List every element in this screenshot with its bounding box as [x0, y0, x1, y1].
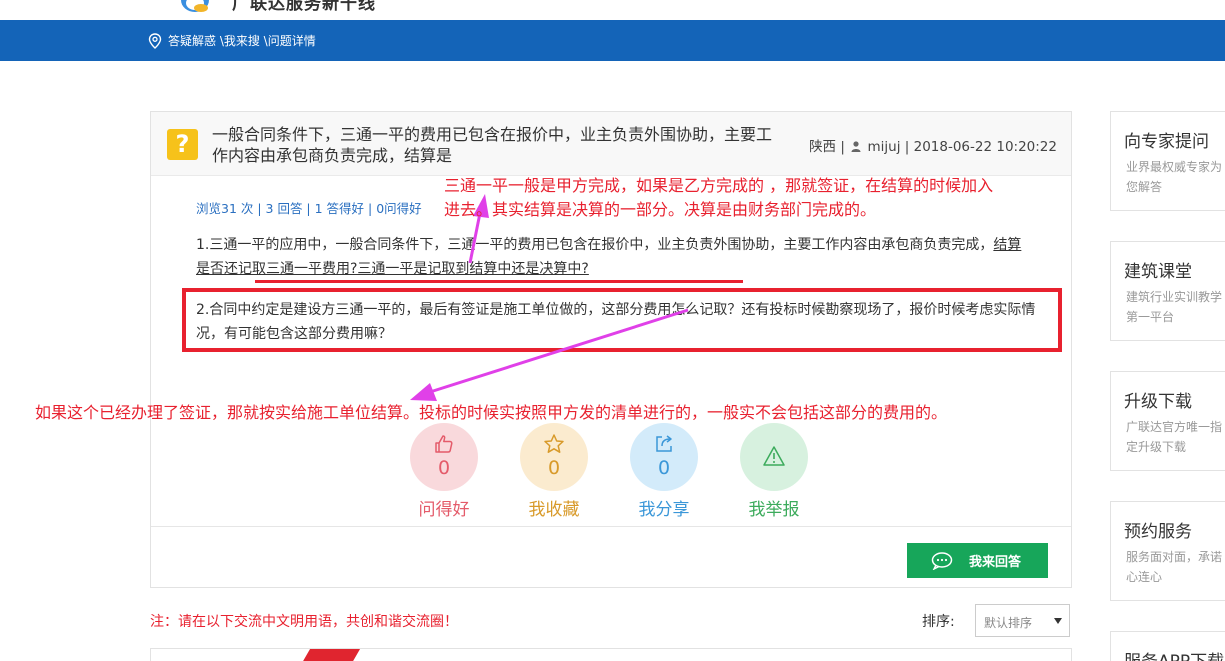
report-label[interactable]: 我举报 [739, 495, 809, 520]
sidebar-item-title[interactable]: 预约服务 [1124, 517, 1192, 542]
card-divider [151, 526, 1071, 527]
sidebar-item-desc: 建筑行业实训教学第一平台 [1126, 290, 1223, 324]
user-icon [851, 141, 861, 152]
breadcrumb: 答疑解惑 \我来搜 \问题详情 [148, 32, 316, 49]
question-stats: 浏览31 次 | 3 回答 | 1 答得好 | 0问得好 [196, 201, 422, 216]
favorite-button[interactable]: 0 我收藏 [519, 423, 589, 520]
logo-strip: 广联达服务新干线 [0, 0, 1225, 20]
sort-selected-value: 默认排序 [984, 616, 1033, 630]
chat-bubble-icon [931, 551, 953, 570]
question-header: ? 一般合同条件下，三通一平的费用已包含在报价中，业主负责外围协助，主要工作内容… [151, 112, 1071, 176]
sidebar-item-title[interactable]: 服务APP下载 [1124, 647, 1224, 661]
share-button[interactable]: 0 我分享 [629, 423, 699, 520]
question-meta: 陕西 | mijuj | 2018-06-22 10:20:22 [809, 135, 1057, 155]
question-user[interactable]: mijuj [868, 139, 901, 155]
good-circle[interactable]: 0 [410, 423, 478, 491]
sidebar-item-title[interactable]: 建筑课堂 [1124, 257, 1192, 282]
sidebar-item-desc: 服务面对面，承诺心连心 [1126, 550, 1223, 584]
sidebar-item-download[interactable]: 升级下载 广联达官方唯一指定升级下载 [1110, 371, 1225, 471]
report-button[interactable]: 我举报 [739, 423, 809, 520]
favorite-label[interactable]: 我收藏 [519, 495, 589, 520]
good-count: 0 [437, 457, 451, 479]
best-answer-ribbon [301, 649, 361, 661]
red-highlight-box: 2.合同中约定是建设方三通一平的，最后有签证是施工单位做的，这部分费用怎么记取？… [182, 288, 1062, 352]
question-paragraph-2: 2.合同中约定是建设方三通一平的，最后有签证是施工单位做的，这部分费用怎么记取？… [196, 302, 1036, 342]
sidebar-item-classroom[interactable]: 建筑课堂 建筑行业实训教学第一平台 [1110, 241, 1225, 341]
answer-list-card [150, 648, 1072, 661]
answer-button-label[interactable]: 我来回答 [969, 551, 1021, 570]
sidebar-item-title[interactable]: 升级下载 [1124, 387, 1192, 412]
sidebar-item-desc: 广联达官方唯一指定升级下载 [1126, 420, 1223, 454]
share-label[interactable]: 我分享 [629, 495, 699, 520]
sort-select[interactable]: 默认排序 [975, 604, 1070, 637]
question-mark-icon: ? [167, 129, 198, 160]
nav-bar: 答疑解惑 \我来搜 \问题详情 [0, 20, 1225, 61]
sidebar-item-app-download[interactable]: 服务APP下载 [1110, 631, 1225, 661]
good-label[interactable]: 问得好 [409, 495, 479, 520]
favorite-circle[interactable]: 0 [520, 423, 588, 491]
civility-notice: 注：请在以下交流中文明用语，共创和谐交流圈！ [150, 614, 458, 630]
report-circle[interactable] [740, 423, 808, 491]
breadcrumb-text[interactable]: 答疑解惑 \我来搜 \问题详情 [168, 32, 316, 49]
answer-button[interactable]: 我来回答 [907, 543, 1048, 578]
favorite-count: 0 [547, 457, 561, 479]
location-pin-icon [148, 32, 162, 49]
red-highlight-underline [255, 280, 743, 283]
sort-label: 排序: [922, 614, 955, 630]
sidebar-item-desc: 业界最权威专家为您解答 [1126, 160, 1223, 194]
dropdown-caret-icon [1054, 618, 1062, 624]
annotation-top: 三通一平一般是甲方完成，如果是乙方完成的 ，那就签证，在结算的时候加入 进去。其… [444, 174, 993, 222]
good-question-button[interactable]: 0 问得好 [409, 423, 479, 520]
sidebar-item-appointment[interactable]: 预约服务 服务面对面，承诺心连心 [1110, 501, 1225, 601]
annotation-top-line-1: 三通一平一般是甲方完成，如果是乙方完成的 ，那就签证，在结算的时候加入 [444, 176, 994, 195]
sidebar-item-ask-expert[interactable]: 向专家提问 业界最权威专家为您解答 [1110, 111, 1225, 211]
share-circle[interactable]: 0 [630, 423, 698, 491]
meta-separator: | [904, 139, 914, 155]
sidebar-item-title[interactable]: 向专家提问 [1124, 127, 1209, 152]
meta-separator: | [840, 139, 850, 155]
question-title: 一般合同条件下，三通一平的费用已包含在报价中，业主负责外围协助，主要工作内容由承… [212, 125, 773, 165]
share-icon [656, 435, 672, 452]
question-region: 陕西 [809, 139, 837, 155]
star-icon [544, 434, 564, 453]
warning-icon [763, 446, 785, 466]
share-count: 0 [657, 457, 671, 479]
question-datetime: 2018-06-22 10:20:22 [913, 139, 1057, 155]
logo-text[interactable]: 广联达服务新干线 [232, 0, 376, 14]
thumbs-up-icon [435, 435, 453, 453]
mascot-logo-icon [181, 0, 209, 12]
annotation-top-line-2: 进去。其实结算是决算的一部分。决算是由财务部门完成的。 [444, 200, 877, 219]
question-paragraph-1: 1.三通一平的应用中，一般合同条件下，三通一平的费用已包含在报价中，业主负责外围… [196, 233, 1031, 281]
paragraph-1-text: 1.三通一平的应用中，一般合同条件下，三通一平的费用已包含在报价中，业主负责外围… [196, 237, 994, 253]
annotation-bottom: 如果这个已经办理了签证，那就按实给施工单位结算。投标的时候实按照甲方发的清单进行… [35, 403, 948, 422]
